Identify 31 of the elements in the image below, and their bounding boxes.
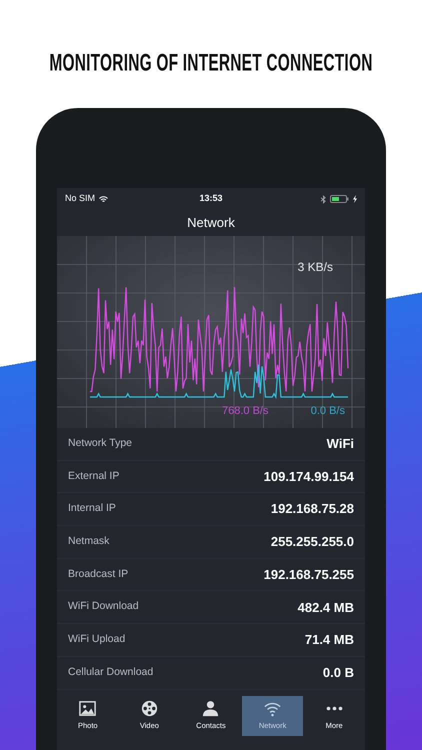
charging-bolt-icon <box>353 195 357 203</box>
wifi-icon <box>99 196 108 202</box>
row-value: 109.174.99.154 <box>264 468 354 486</box>
screen-title: Network <box>187 214 235 232</box>
row-label: WiFi Download <box>68 599 139 614</box>
clock-text: 13:53 <box>199 192 223 206</box>
film-reel-icon <box>140 698 159 718</box>
row-label: Netmask <box>68 534 110 550</box>
row-label: Cellular Download <box>68 664 154 680</box>
row-value: 192.168.75.28 <box>270 500 354 518</box>
scale-label: 3 KB/s <box>298 259 333 276</box>
photo-icon <box>78 698 98 718</box>
row-label: Network Type <box>68 436 132 451</box>
headline: MONITORING OF INTERNET CONNECTION <box>49 49 373 79</box>
row-value: WiFi <box>326 435 354 454</box>
row-label: External IP <box>68 468 120 484</box>
download-rate: 768.0 B/s <box>222 404 268 419</box>
more-icon <box>326 706 342 710</box>
row-label: Broadcast IP <box>68 566 128 582</box>
row-value: 71.4 MB <box>304 631 354 650</box>
bluetooth-icon <box>321 194 326 204</box>
row-value: 255.255.255.0 <box>270 533 354 552</box>
row-label: WiFi Upload <box>68 632 126 648</box>
carrier-text: No SIM <box>65 192 96 206</box>
row-value: 192.168.75.255 <box>264 566 354 584</box>
row-value: 0.0 B <box>322 664 354 682</box>
person-icon <box>201 698 220 718</box>
battery-icon <box>330 195 349 203</box>
row-value: 482.4 MB <box>298 598 354 617</box>
upload-rate: 0.0 B/s <box>310 404 345 419</box>
row-label: Internal IP <box>68 501 116 516</box>
